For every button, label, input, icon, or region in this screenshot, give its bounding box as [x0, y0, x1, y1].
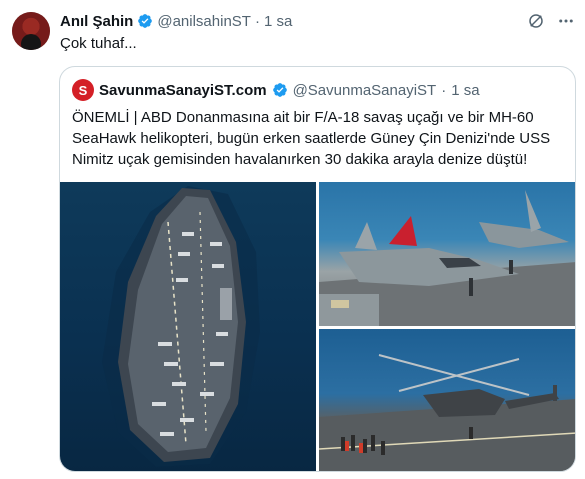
tweet-header: Anıl Şahin @anilsahinST · 1 sa — [60, 12, 292, 30]
quoted-handle[interactable]: @SavunmaSanayiST — [293, 82, 437, 99]
quoted-avatar[interactable]: S — [72, 79, 94, 101]
tweet-text: Çok tuhaf... — [60, 35, 137, 52]
media-grid — [60, 182, 575, 471]
quoted-author-name[interactable]: SavunmaSanayiST.com — [99, 82, 267, 99]
author-avatar[interactable] — [12, 12, 50, 50]
author-name[interactable]: Anıl Şahin — [60, 13, 133, 30]
aircraft-carrier-photo[interactable] — [60, 182, 316, 471]
verified-badge-icon — [138, 14, 153, 28]
verified-badge-icon — [272, 83, 287, 97]
timestamp[interactable]: 1 sa — [264, 13, 292, 30]
header-actions — [527, 12, 575, 30]
grok-icon[interactable] — [527, 12, 545, 30]
mh60-helicopter-on-deck-photo[interactable] — [319, 329, 575, 471]
more-icon[interactable] — [557, 12, 575, 30]
tweet[interactable]: Anıl Şahin @anilsahinST · 1 sa Çok tuhaf… — [0, 0, 585, 479]
separator-dot: · — [441, 81, 447, 99]
avatar-background — [12, 12, 50, 50]
quoted-tweet[interactable]: S SavunmaSanayiST.com @SavunmaSanayiST ·… — [59, 66, 576, 472]
author-handle[interactable]: @anilsahinST — [157, 13, 251, 30]
quoted-timestamp[interactable]: 1 sa — [451, 82, 479, 99]
quoted-header: S SavunmaSanayiST.com @SavunmaSanayiST ·… — [72, 79, 480, 101]
fa18-jet-on-deck-photo[interactable] — [319, 182, 575, 326]
quoted-text: ÖNEMLİ | ABD Donanmasına ait bir F/A-18 … — [72, 109, 551, 168]
separator-dot: · — [254, 12, 260, 30]
